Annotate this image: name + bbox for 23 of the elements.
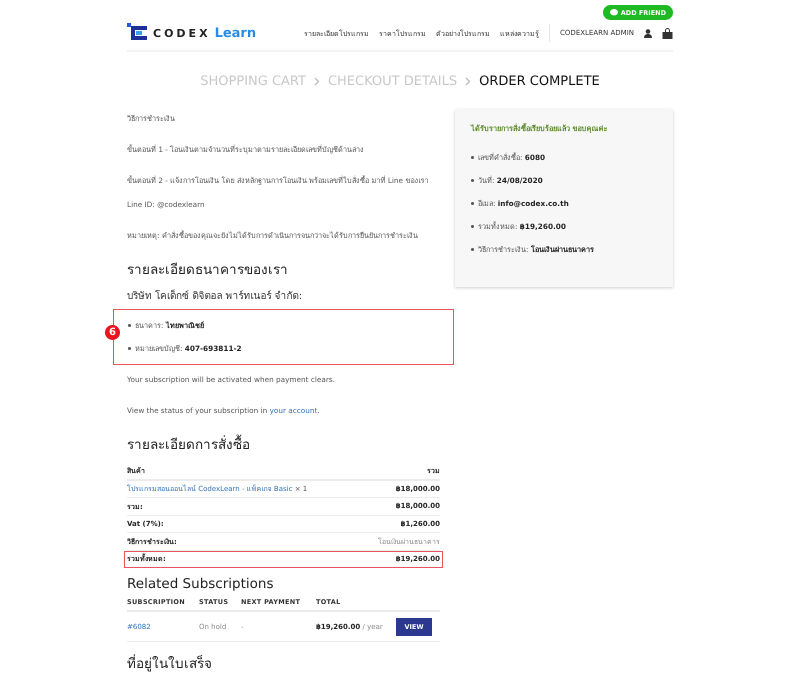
section-heading: รายละเอียดการสั่งซื้อ bbox=[127, 433, 440, 455]
logo-text: CODEX bbox=[153, 26, 211, 40]
bullet-icon bbox=[471, 225, 474, 228]
annotation-badge: 6 bbox=[105, 325, 120, 340]
chevron-icon bbox=[314, 76, 320, 86]
chat-icon bbox=[610, 9, 618, 16]
company-name: บริษัท โคเด็กซ์ ดิจิตอล พาร์ทเนอร์ จำกัด: bbox=[127, 288, 304, 303]
section-heading: รายละเอียดธนาคารของเรา bbox=[127, 261, 289, 280]
chevron-icon bbox=[465, 76, 472, 86]
bullet-icon bbox=[471, 248, 474, 251]
logo-mark-icon bbox=[127, 23, 149, 43]
logo[interactable]: CODEX Learn bbox=[127, 23, 256, 43]
section-heading: ที่อยู่ในใบเสร็จ bbox=[127, 653, 213, 673]
section-heading: Related Subscriptions bbox=[127, 576, 274, 592]
shopping-bag-icon[interactable] bbox=[662, 28, 673, 38]
bullet-icon bbox=[128, 324, 131, 327]
bullet-icon bbox=[128, 347, 131, 350]
bullet-icon bbox=[471, 202, 474, 205]
breadcrumb-step[interactable]: ORDER COMPLETE bbox=[479, 74, 600, 88]
user-icon[interactable] bbox=[644, 28, 652, 38]
logo-accent-text: Learn bbox=[214, 26, 256, 40]
bullet-icon bbox=[471, 156, 474, 159]
bullet-icon bbox=[471, 179, 474, 182]
